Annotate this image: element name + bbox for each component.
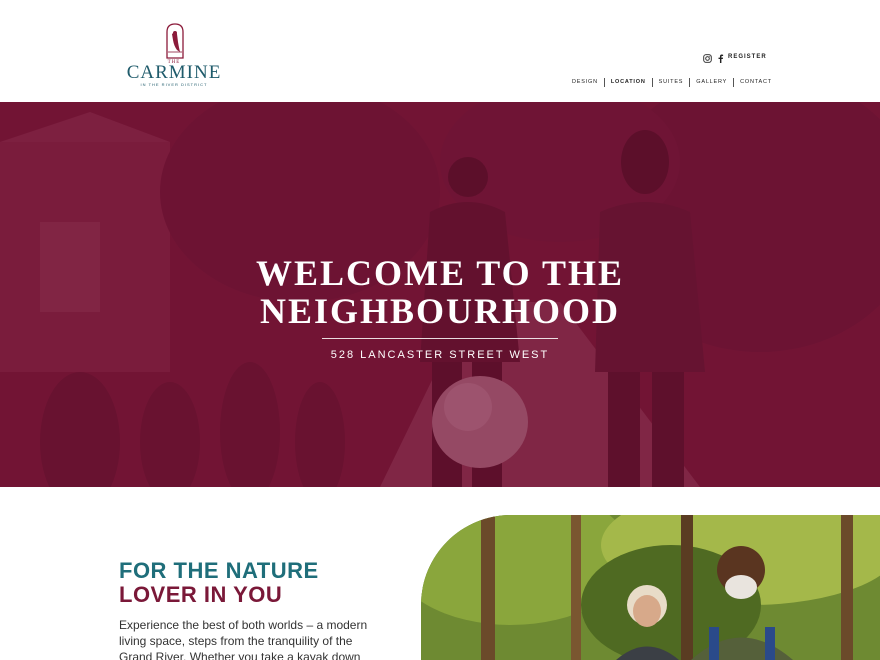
nav-item-contact[interactable]: CONTACT (734, 78, 772, 87)
site-logo[interactable]: THE CARMINE IN THE RIVER DISTRICT (116, 20, 232, 90)
logo-name-text: CARMINE (126, 62, 222, 83)
social-links (703, 54, 725, 63)
bird-emblem-icon (166, 23, 184, 59)
main-nav: DESIGN LOCATION SUITES GALLERY CONTACT (572, 78, 772, 87)
register-link[interactable]: REGISTER (728, 54, 767, 60)
section-heading-line1: FOR THE NATURE (119, 558, 319, 583)
hero-title: WELCOME TO THE NEIGHBOURHOOD (0, 254, 880, 330)
hero-divider (322, 338, 558, 339)
hero-address: 528 LANCASTER STREET WEST (330, 349, 550, 361)
hero-banner: WELCOME TO THE NEIGHBOURHOOD 528 LANCAST… (0, 102, 880, 487)
facebook-icon[interactable] (716, 54, 725, 63)
hero-title-line1: WELCOME TO THE (255, 253, 625, 293)
section-body-text: Experience the best of both worlds – a m… (119, 618, 368, 660)
hikers-photo-image (421, 515, 880, 660)
hikers-photo (421, 515, 880, 660)
nav-item-gallery[interactable]: GALLERY (690, 78, 735, 87)
hero-title-line2: NEIGHBOURHOOD (259, 291, 621, 331)
logo-tagline: IN THE RIVER DISTRICT (140, 82, 208, 87)
nav-item-suites[interactable]: SUITES (653, 78, 691, 87)
nav-item-location[interactable]: LOCATION (605, 78, 653, 87)
nav-item-design[interactable]: DESIGN (572, 78, 605, 87)
nature-section: FOR THE NATURE LOVER IN YOU Experience t… (0, 487, 880, 660)
instagram-icon[interactable] (703, 54, 712, 63)
section-heading: FOR THE NATURE LOVER IN YOU (119, 559, 319, 607)
section-heading-line2: LOVER IN YOU (119, 582, 283, 607)
site-header: THE CARMINE IN THE RIVER DISTRICT REGIST… (0, 0, 880, 102)
